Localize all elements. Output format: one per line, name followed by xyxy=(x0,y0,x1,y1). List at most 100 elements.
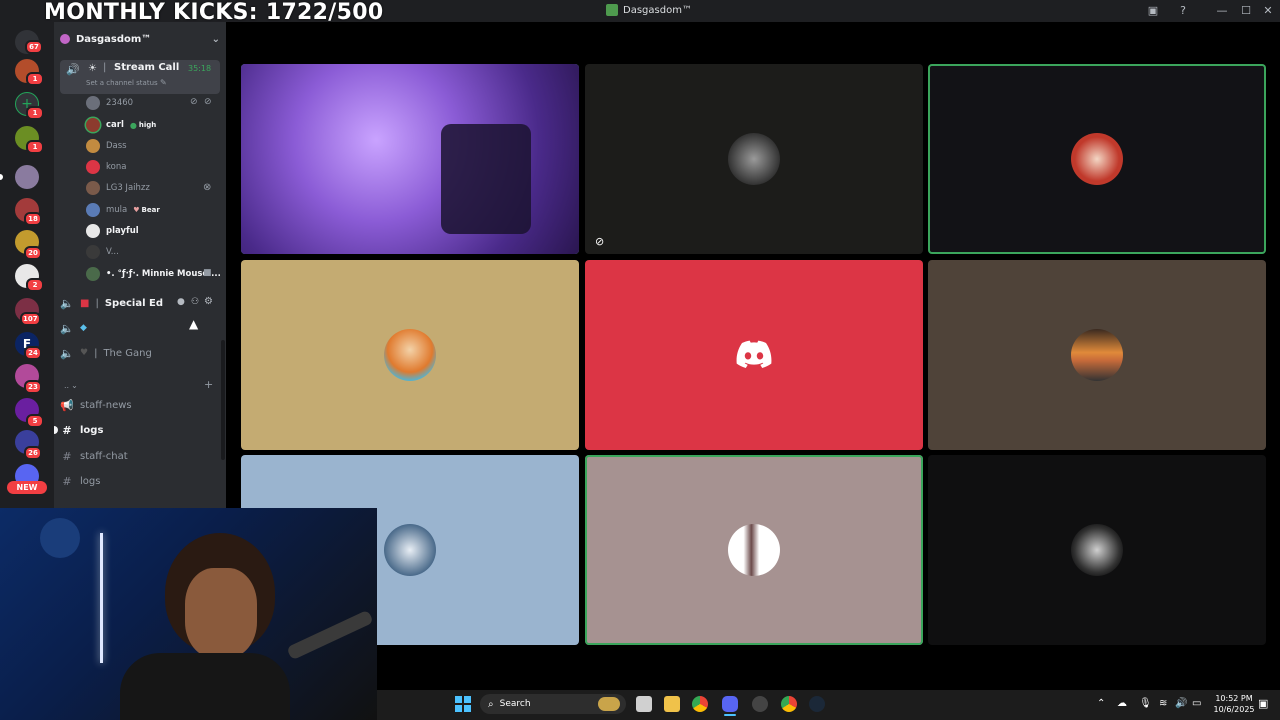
video-tile[interactable] xyxy=(585,455,923,645)
webcam-light-bar xyxy=(100,533,103,663)
text-channel[interactable]: # staff-chat xyxy=(60,445,128,467)
video-tile[interactable]: ⊘ xyxy=(585,64,923,254)
server-icon[interactable] xyxy=(15,165,39,189)
server-header[interactable]: Dasgasdom™ ⌄ xyxy=(60,30,220,48)
avatar xyxy=(728,133,780,185)
avatar xyxy=(86,224,100,238)
voice-user-name: Dass xyxy=(106,141,127,151)
wifi-icon[interactable]: ≋ xyxy=(1159,698,1167,709)
mute-icon: ⊘ xyxy=(190,97,198,107)
chevron-down-icon[interactable]: ⌄ xyxy=(212,34,220,45)
server-badge: 107 xyxy=(20,312,41,326)
text-channel[interactable]: # logs xyxy=(60,470,100,492)
voice-user[interactable]: carl ● high xyxy=(86,116,156,134)
video-tile[interactable] xyxy=(241,260,579,450)
avatar xyxy=(86,245,100,259)
minimize-button[interactable]: — xyxy=(1214,3,1230,19)
search-highlight-icon xyxy=(598,697,620,711)
webcam-body-shape xyxy=(120,653,290,720)
scrollbar[interactable] xyxy=(221,340,225,460)
user-tag: high xyxy=(138,121,157,129)
channel-status[interactable]: Set a channel status xyxy=(86,79,158,87)
sun-icon: ☀ xyxy=(88,63,97,74)
video-tile[interactable] xyxy=(928,455,1266,645)
window-title: Dasgasdom™ xyxy=(606,4,692,16)
video-tile[interactable] xyxy=(928,64,1266,254)
speaker-icon: 🔈 xyxy=(60,321,74,335)
discord-logo-icon xyxy=(736,340,772,368)
unread-pill xyxy=(0,174,3,180)
pencil-icon[interactable]: ✎ xyxy=(160,78,167,87)
steam-icon[interactable] xyxy=(809,696,825,712)
avatar xyxy=(86,96,100,110)
maximize-button[interactable]: ☐ xyxy=(1238,3,1254,19)
divider: | xyxy=(94,347,98,359)
channel-name: logs xyxy=(80,424,104,436)
text-channel[interactable]: # logs xyxy=(60,419,103,441)
text-channel[interactable]: 📢 staff-news xyxy=(60,394,132,416)
volume-icon[interactable]: 🔊 xyxy=(1175,698,1187,709)
voice-channel-diamond[interactable]: 🔈 ◆ xyxy=(60,317,87,339)
server-badge: 23 xyxy=(24,380,42,394)
webcam-background-object xyxy=(40,518,80,558)
avatar xyxy=(728,524,780,576)
cloud-icon[interactable]: ☁ xyxy=(1117,698,1127,709)
hash-icon: # xyxy=(62,449,72,463)
voice-user[interactable]: V... xyxy=(86,243,119,261)
voice-user[interactable]: mula ♥ Bear xyxy=(86,201,160,219)
inbox-icon[interactable]: ▣ xyxy=(1145,3,1161,19)
server-badge: 1 xyxy=(26,72,44,86)
server-badge: 26 xyxy=(24,446,42,460)
new-badge[interactable]: NEW xyxy=(7,481,47,494)
voice-user[interactable]: LG3 Jaihzz xyxy=(86,179,150,197)
discord-taskbar-icon[interactable] xyxy=(722,696,738,712)
voice-user-name: 23460 xyxy=(106,98,134,108)
task-view-icon[interactable] xyxy=(636,696,652,712)
video-off-icon: ⊘ xyxy=(595,235,605,248)
voice-user[interactable]: kona xyxy=(86,158,126,176)
avatar xyxy=(86,267,100,281)
help-icon[interactable]: ? xyxy=(1175,3,1191,19)
taskbar-clock[interactable]: 10:52 PM 10/6/2025 xyxy=(1212,693,1256,715)
chrome-profile-icon[interactable] xyxy=(781,696,797,712)
chat-icon[interactable]: ● xyxy=(177,297,185,307)
channel-name: staff-chat xyxy=(80,450,128,462)
search-icon: ⌕ xyxy=(488,698,494,710)
avatar xyxy=(86,181,100,195)
voice-user[interactable]: Dass xyxy=(86,137,127,155)
taskbar-search[interactable]: ⌕ Search xyxy=(480,694,626,714)
chrome-icon[interactable] xyxy=(692,696,708,712)
video-tile[interactable] xyxy=(928,260,1266,450)
voice-channel-the-gang[interactable]: 🔈 ♥ | The Gang xyxy=(60,342,152,364)
leaf-icon: ● xyxy=(129,120,137,130)
voice-channel-special-ed[interactable]: 🔈 ■ | Special Ed xyxy=(60,292,163,314)
gear-icon[interactable]: ⚙ xyxy=(204,296,213,307)
video-tile[interactable] xyxy=(241,64,579,254)
chevron-up-icon[interactable]: ⌃ xyxy=(1097,698,1105,709)
voice-user[interactable]: playful xyxy=(86,222,139,240)
windows-start-icon[interactable] xyxy=(455,696,471,712)
voice-user[interactable]: •. °ƒ·ƒ·. Minnie Mouse ... xyxy=(86,265,221,283)
camera-feed-shape xyxy=(441,124,531,234)
video-tile[interactable] xyxy=(585,260,923,450)
channel-name: logs xyxy=(80,475,101,487)
file-explorer-icon[interactable] xyxy=(664,696,680,712)
invite-icon[interactable]: ⚇ xyxy=(191,297,199,307)
voice-user[interactable]: 23460 xyxy=(86,94,133,112)
search-placeholder: Search xyxy=(499,699,531,709)
microphone-icon[interactable]: 🎙 xyxy=(1139,698,1152,709)
battery-icon[interactable]: ▭ xyxy=(1192,698,1201,709)
avatar xyxy=(1071,133,1123,185)
voice-channel-stream-call[interactable]: 🔊 ☀ | Stream Call 35:18 Set a channel st… xyxy=(60,60,220,94)
home-badge: 67 xyxy=(25,40,43,54)
announcement-icon: 📢 xyxy=(60,398,74,412)
diamond-icon: ◆ xyxy=(80,323,87,333)
add-channel-icon[interactable]: + xyxy=(204,378,213,391)
category-header[interactable]: .. ⌄ xyxy=(64,374,78,396)
close-button[interactable]: ✕ xyxy=(1260,3,1276,19)
streamer-webcam xyxy=(0,508,377,720)
notification-icon[interactable]: ▣ xyxy=(1258,697,1268,710)
avatar xyxy=(1071,329,1123,381)
clock-time: 10:52 PM xyxy=(1215,694,1253,703)
app-taskbar-icon[interactable] xyxy=(752,696,768,712)
